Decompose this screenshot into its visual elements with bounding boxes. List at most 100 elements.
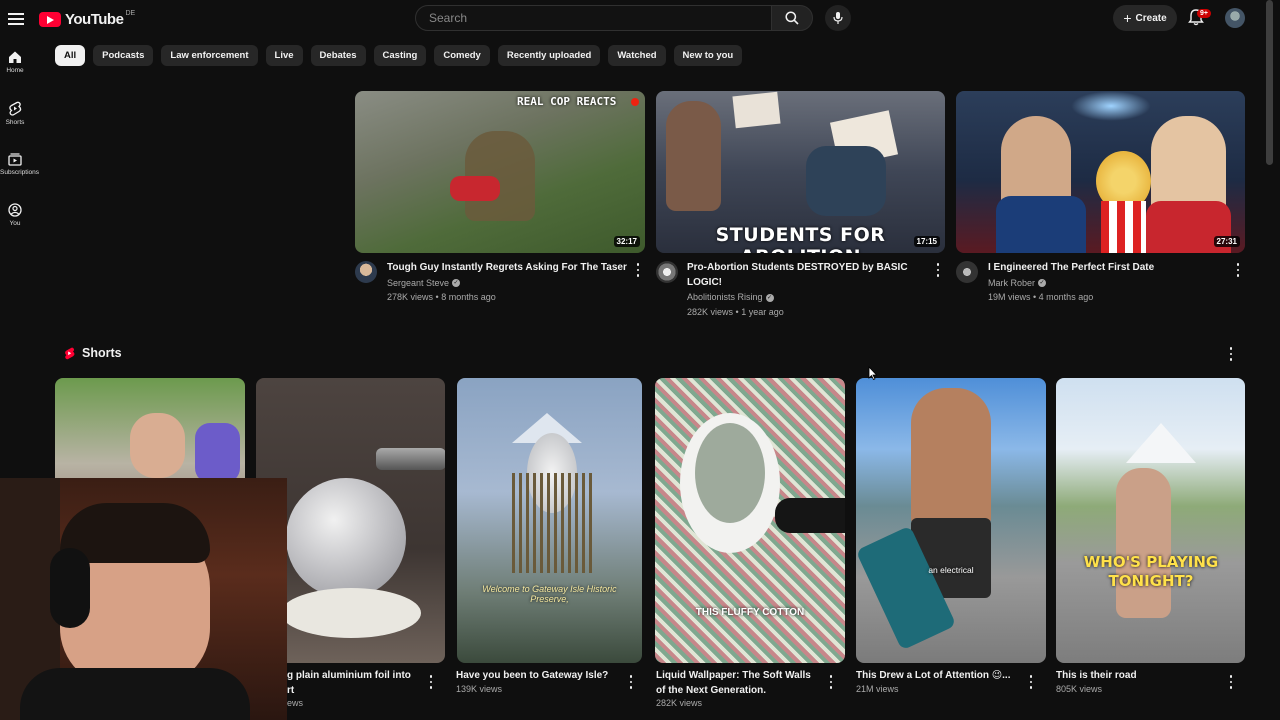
short-title-line2[interactable]: of the Next Generation.: [656, 684, 826, 699]
channel-name-text: Mark Rober: [988, 277, 1036, 288]
search-box[interactable]: [415, 5, 772, 31]
video-stats: 278K views • 8 months ago: [387, 292, 496, 302]
thumbnail-sign: [732, 91, 781, 129]
sidebar-item-shorts[interactable]: Shorts: [0, 101, 30, 126]
channel-avatar[interactable]: [956, 261, 978, 283]
create-button[interactable]: + Create: [1113, 5, 1177, 31]
chip-live[interactable]: Live: [265, 45, 303, 66]
youtube-play-icon: [39, 12, 61, 27]
mouse-cursor-icon: [868, 365, 878, 385]
chip-casting[interactable]: Casting: [373, 45, 427, 66]
short-thumbnail[interactable]: WHO'S PLAYING TONIGHT?: [1056, 378, 1245, 663]
home-icon: [9, 51, 21, 63]
short-title[interactable]: Have you been to Gateway Isle?: [456, 669, 626, 684]
video-thumbnail[interactable]: REAL COP REACTS 32:17: [355, 91, 645, 253]
channel-name-text: Abolitionists Rising: [687, 292, 763, 302]
more-options-icon[interactable]: [426, 674, 436, 690]
thumbnail-overlay-text: an electrical: [928, 565, 974, 575]
view-count: 278K views: [387, 292, 434, 302]
upload-age: 8 months ago: [441, 292, 496, 302]
more-options-icon[interactable]: [626, 674, 636, 690]
short-thumbnail[interactable]: THIS FLUFFY COTTON: [655, 378, 845, 663]
sidebar-item-label: You: [9, 220, 21, 227]
menu-icon[interactable]: [8, 10, 24, 26]
sidebar-item-you[interactable]: You: [0, 203, 30, 227]
thumbnail-foil-sphere: [286, 478, 406, 598]
voice-search-button[interactable]: [825, 5, 851, 31]
short-thumbnail[interactable]: an electrical: [856, 378, 1046, 663]
microphone-icon: [833, 12, 843, 24]
more-options-icon[interactable]: [1226, 674, 1236, 690]
thumbnail-light: [1071, 91, 1151, 121]
video-duration: 32:17: [613, 236, 640, 247]
chip-all[interactable]: All: [55, 45, 86, 66]
thumbnail-figure: [806, 146, 886, 216]
chip-new-to-you[interactable]: New to you: [673, 45, 743, 66]
thumbnail-overlay-text: REAL COP REACTS: [517, 95, 617, 108]
short-title-line2[interactable]: rt: [287, 684, 417, 699]
video-title[interactable]: Pro-Abortion Students DESTROYED by BASIC…: [687, 261, 917, 290]
sidebar-item-label: Subscriptions: [0, 169, 40, 176]
chip-watched[interactable]: Watched: [608, 45, 666, 66]
chip-podcasts[interactable]: Podcasts: [93, 45, 154, 66]
thumbnail-figure: [911, 388, 991, 528]
search-button[interactable]: [771, 5, 813, 31]
thumbnail-overlay-text: THIS FLUFFY COTTON: [695, 607, 805, 618]
short-view-count: ews: [287, 698, 304, 708]
more-options-icon[interactable]: [826, 674, 836, 690]
thumbnail-figure: [666, 101, 721, 211]
scrollbar-thumb[interactable]: [1266, 0, 1273, 165]
thumbnail-tool: [376, 448, 445, 470]
subscriptions-icon: [8, 153, 22, 166]
short-title[interactable]: This is their road: [1056, 669, 1226, 684]
view-count: 19M views: [988, 292, 1031, 302]
channel-avatar[interactable]: [355, 261, 377, 283]
channel-name[interactable]: Mark Rober ✓: [988, 276, 1218, 291]
short-view-count: 21M views: [856, 683, 899, 694]
shorts-more-options-icon[interactable]: [1226, 346, 1236, 362]
video-info: I Engineered The Perfect First Date Mark…: [988, 261, 1218, 305]
search-input[interactable]: [427, 10, 760, 26]
video-info: Tough Guy Instantly Regrets Asking For T…: [387, 261, 627, 305]
thumbnail-popcorn-bucket: [1101, 201, 1146, 253]
headphones-icon: [50, 548, 90, 628]
notification-count-badge: 9+: [1197, 9, 1211, 18]
chip-comedy[interactable]: Comedy: [434, 45, 490, 66]
youtube-logo[interactable]: YouTube DE: [39, 10, 135, 28]
thumbnail-overlay-text: Welcome to Gateway Isle Historic Preserv…: [482, 584, 617, 604]
video-title[interactable]: Tough Guy Instantly Regrets Asking For T…: [387, 261, 627, 276]
video-thumbnail[interactable]: STUDENTS FOR ABOLITION 17:15: [656, 91, 945, 253]
channel-name[interactable]: Abolitionists Rising ✓: [687, 290, 917, 305]
short-title[interactable]: Liquid Wallpaper: The Soft Walls: [656, 669, 826, 684]
chip-law-enforcement[interactable]: Law enforcement: [161, 45, 258, 66]
chip-recently-uploaded[interactable]: Recently uploaded: [497, 45, 601, 66]
verified-icon: ✓: [452, 279, 461, 288]
short-title[interactable]: g plain aluminium foil into: [287, 669, 417, 684]
channel-name[interactable]: Sergeant Steve ✓: [387, 276, 627, 291]
sidebar-item-home[interactable]: Home: [0, 50, 30, 74]
record-dot-icon: [631, 98, 639, 106]
more-options-icon[interactable]: [633, 262, 643, 278]
video-thumbnail[interactable]: 27:31: [956, 91, 1245, 253]
logo-text: YouTube: [65, 11, 124, 28]
upload-age: 1 year ago: [741, 306, 784, 317]
more-options-icon[interactable]: [1026, 674, 1036, 690]
chip-debates[interactable]: Debates: [310, 45, 366, 66]
account-avatar[interactable]: [1225, 8, 1245, 28]
thumbnail-figure: [996, 196, 1086, 253]
sidebar-item-label: Home: [6, 67, 24, 74]
short-view-count: 282K views: [656, 698, 703, 708]
more-options-icon[interactable]: [1233, 262, 1243, 278]
channel-avatar[interactable]: [656, 261, 678, 283]
short-info: This Drew a Lot of Attention 😉... 21M vi…: [856, 669, 1026, 694]
sidebar-item-subscriptions[interactable]: Subscriptions: [0, 152, 39, 176]
more-options-icon[interactable]: [933, 262, 943, 278]
video-title[interactable]: I Engineered The Perfect First Date: [988, 261, 1218, 276]
video-duration: 27:31: [1213, 236, 1240, 247]
short-thumbnail[interactable]: Welcome to Gateway Isle Historic Preserv…: [457, 378, 642, 663]
short-title[interactable]: This Drew a Lot of Attention 😉...: [856, 669, 1026, 684]
short-view-count: 139K views: [456, 683, 503, 694]
filter-chip-bar: All Podcasts Law enforcement Live Debate…: [55, 45, 743, 66]
view-count: 282K views: [687, 306, 734, 317]
create-label: Create: [1135, 12, 1167, 24]
